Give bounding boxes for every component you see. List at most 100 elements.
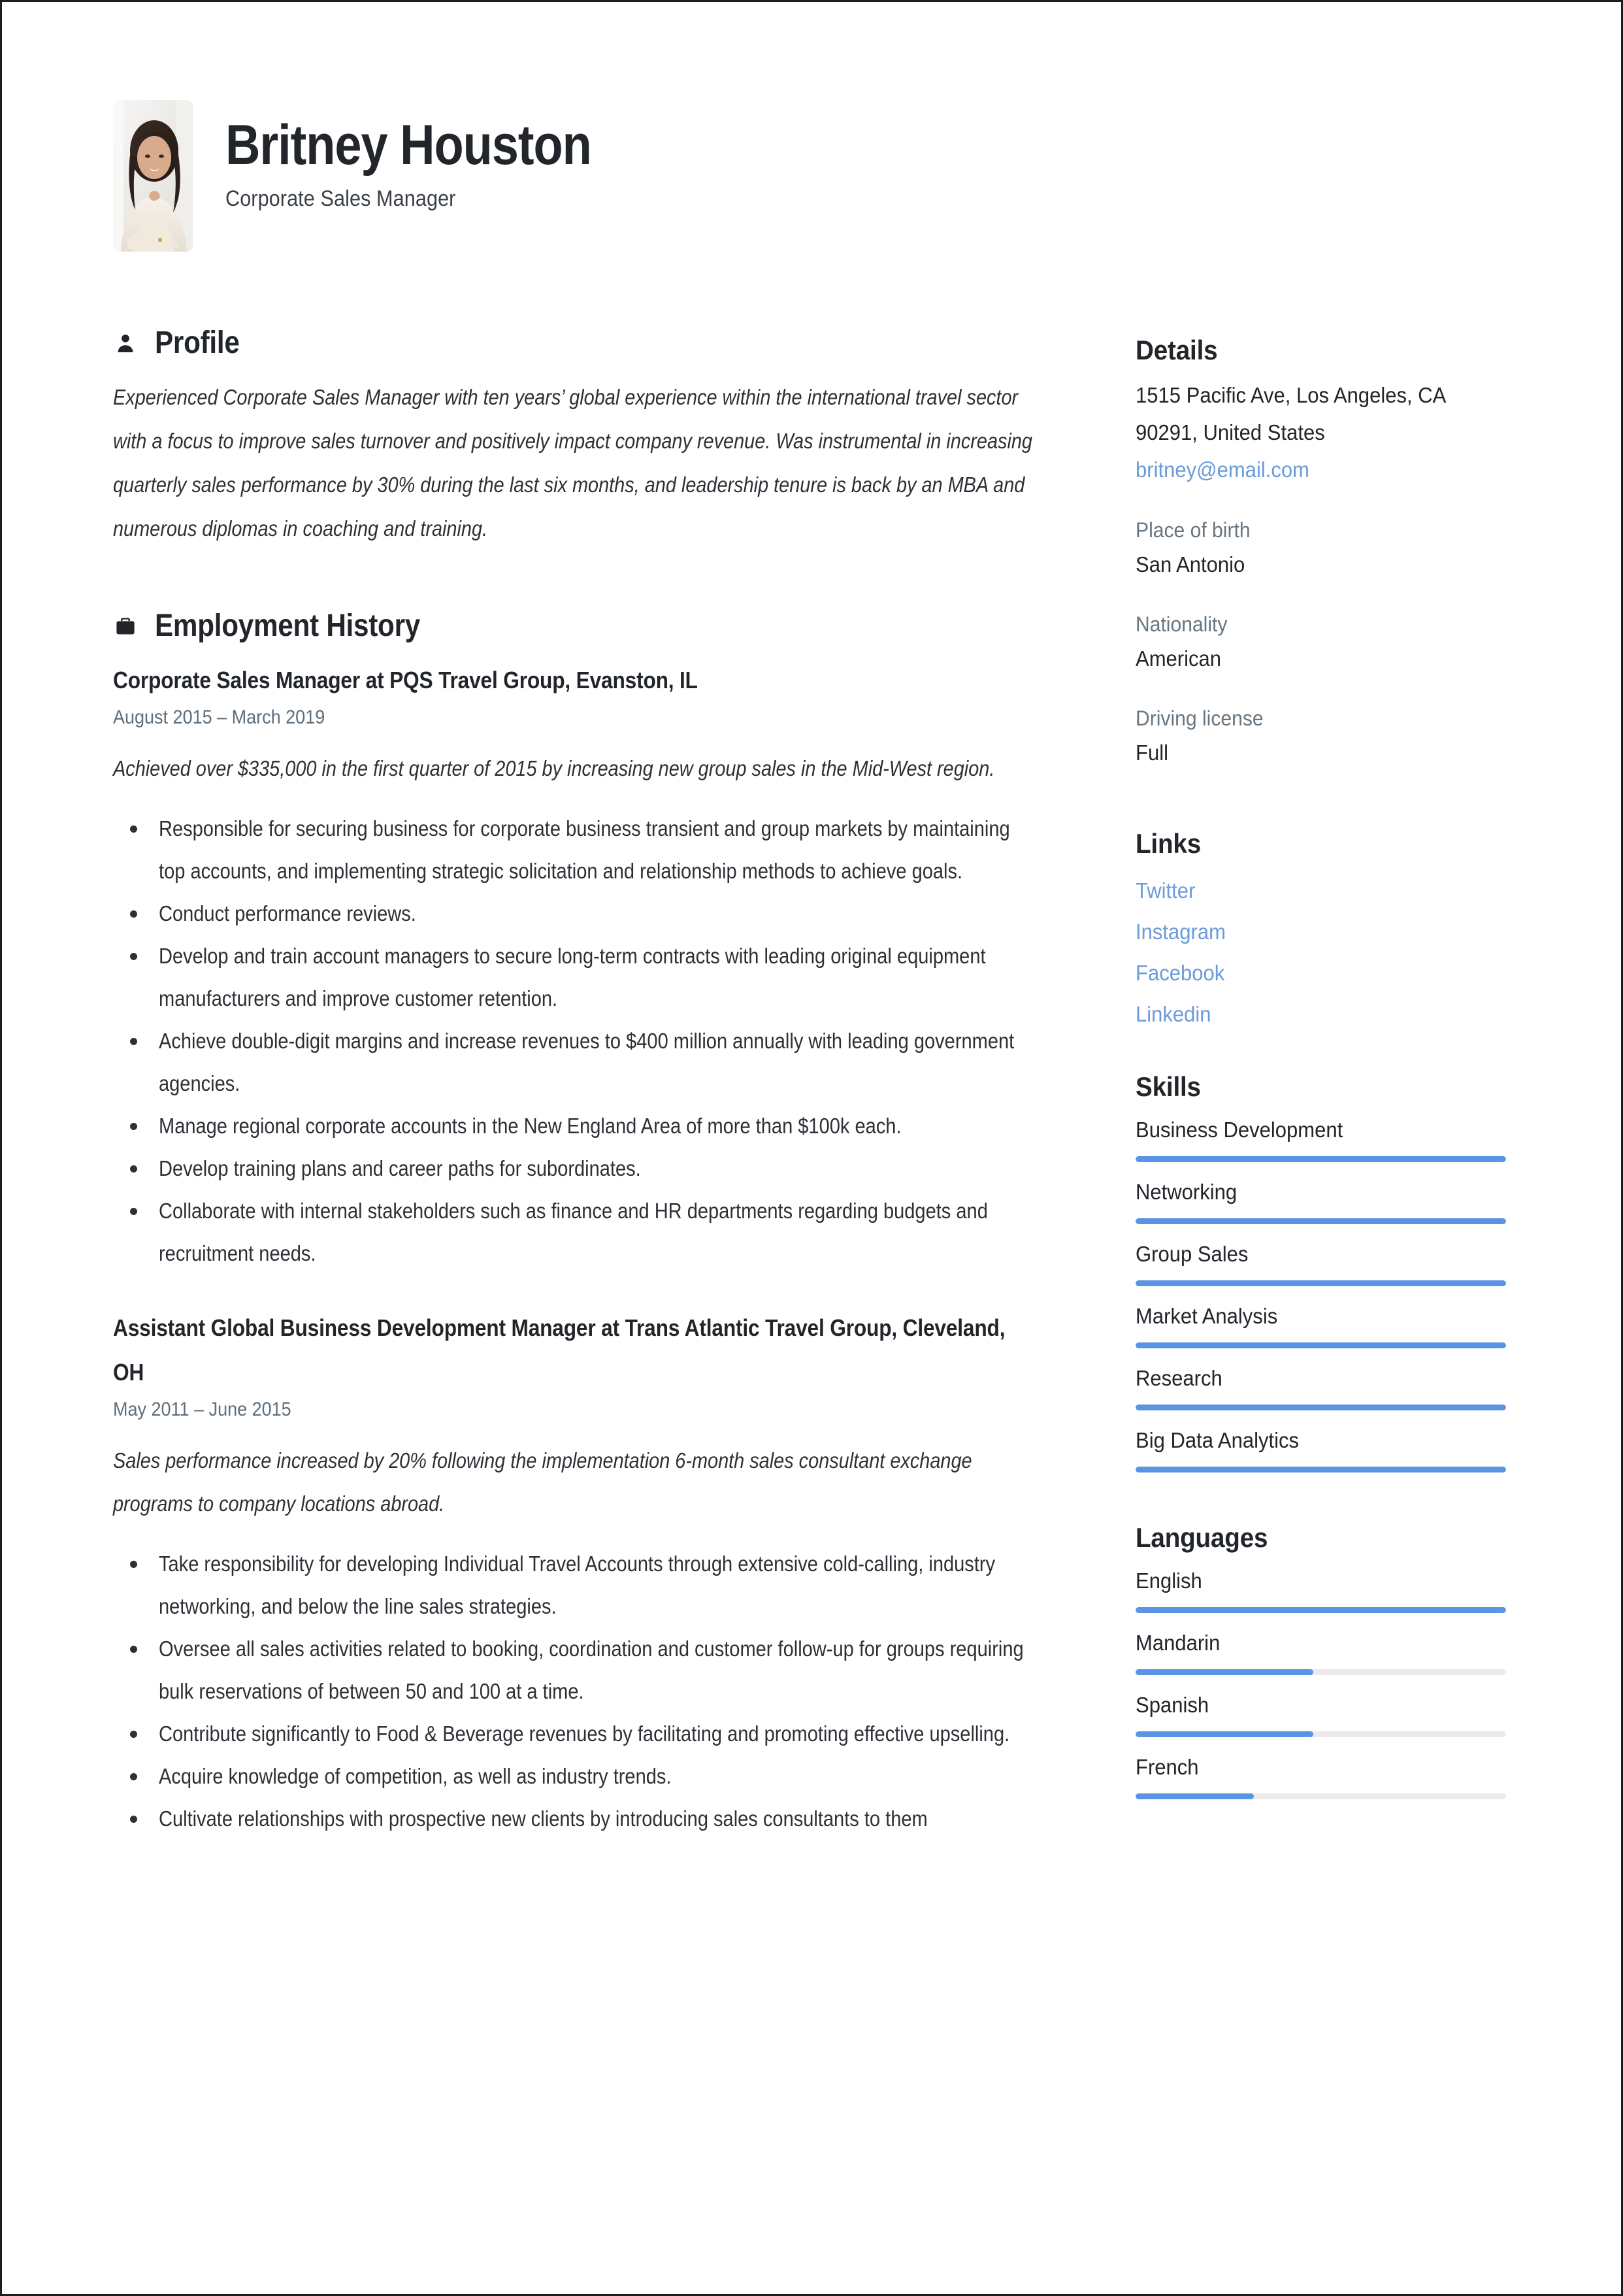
detail-label-place-of-birth: Place of birth — [1136, 518, 1251, 542]
job-dates: May 2011 – June 2015 — [113, 1399, 291, 1420]
skill-bar-fill — [1136, 1405, 1506, 1410]
profile-photo — [113, 100, 193, 252]
employment-section-header: Employment History — [113, 608, 1041, 644]
job-heading: Assistant Global Business Development Ma… — [113, 1314, 1006, 1386]
link-instagram[interactable]: Instagram — [1136, 911, 1504, 952]
language-item: Spanish — [1136, 1688, 1528, 1737]
job-heading: Corporate Sales Manager at PQS Travel Gr… — [113, 667, 698, 693]
page-title: Britney Houston — [225, 114, 592, 176]
skill-item: Group Sales — [1136, 1237, 1528, 1286]
detail-label-driving-license: Driving license — [1136, 707, 1264, 730]
bullet-text: Contribute significantly to Food & Bever… — [159, 1722, 1010, 1746]
skill-name: Group Sales — [1136, 1242, 1249, 1266]
detail-value-driving-license: Full — [1136, 740, 1168, 765]
bullet-text: Responsible for securing business for co… — [159, 816, 1010, 883]
resume-sheet: Britney Houston Corporate Sales Manager … — [2, 2, 1621, 2294]
resume-page: Britney Houston Corporate Sales Manager … — [0, 0, 1623, 2296]
link-facebook[interactable]: Facebook — [1136, 952, 1504, 993]
skill-bar-track — [1136, 1218, 1506, 1224]
main-column: Profile Experienced Corporate Sales Mana… — [113, 325, 1041, 1871]
skill-bar-fill — [1136, 1280, 1506, 1286]
details-section-title: Details — [1136, 335, 1218, 365]
skill-item: Research — [1136, 1361, 1528, 1410]
list-item: Collaborate with internal stakeholders s… — [130, 1190, 1041, 1274]
skill-name: Market Analysis — [1136, 1304, 1278, 1328]
list-item: Contribute significantly to Food & Bever… — [130, 1712, 1041, 1755]
resume-header: Britney Houston Corporate Sales Manager — [113, 100, 1510, 252]
employment-entry: Corporate Sales Manager at PQS Travel Gr… — [113, 658, 1041, 1274]
list-item: Responsible for securing business for co… — [130, 807, 1041, 892]
skill-bar-fill — [1136, 1467, 1506, 1472]
employment-section-title: Employment History — [155, 608, 420, 643]
language-bar-fill — [1136, 1607, 1506, 1613]
language-bar-track — [1136, 1731, 1506, 1737]
list-item: Conduct performance reviews. — [130, 892, 1041, 935]
employment-entry: Assistant Global Business Development Ma… — [113, 1306, 1041, 1840]
language-bar-fill — [1136, 1669, 1314, 1675]
skill-name: Research — [1136, 1366, 1222, 1390]
list-item: Oversee all sales activities related to … — [130, 1627, 1041, 1712]
language-bar-fill — [1136, 1731, 1314, 1737]
skill-bar-fill — [1136, 1342, 1506, 1348]
list-item: Develop and train account managers to se… — [130, 935, 1041, 1020]
bullet-text: Develop training plans and career paths … — [159, 1156, 641, 1180]
job-bullet-list: Responsible for securing business for co… — [113, 807, 1041, 1274]
language-name: French — [1136, 1755, 1199, 1779]
bullet-text: Develop and train account managers to se… — [159, 944, 986, 1010]
briefcase-icon — [113, 612, 138, 641]
language-name: Mandarin — [1136, 1631, 1221, 1655]
profile-text: Experienced Corporate Sales Manager with… — [113, 385, 1032, 541]
content-columns: Profile Experienced Corporate Sales Mana… — [113, 325, 1510, 1871]
skill-item: Market Analysis — [1136, 1299, 1528, 1348]
skill-name: Networking — [1136, 1180, 1238, 1204]
language-bar-track — [1136, 1607, 1506, 1613]
skills-section-title: Skills — [1136, 1071, 1201, 1102]
links-section-title: Links — [1136, 828, 1202, 859]
skill-bar-track — [1136, 1280, 1506, 1286]
link-linkedin[interactable]: Linkedin — [1136, 993, 1504, 1035]
language-item: English — [1136, 1564, 1528, 1613]
list-item: Cultivate relationships with prospective… — [130, 1797, 1041, 1840]
bullet-text: Achieve double-digit margins and increas… — [159, 1029, 1015, 1095]
list-item: Acquire knowledge of competition, as wel… — [130, 1755, 1041, 1797]
sidebar-column: Details 1515 Pacific Ave, Los Angeles, C… — [1136, 325, 1528, 1812]
person-icon — [113, 329, 138, 358]
job-summary: Sales performance increased by 20% follo… — [113, 1448, 972, 1516]
list-item: Achieve double-digit margins and increas… — [130, 1020, 1041, 1105]
skill-item: Big Data Analytics — [1136, 1423, 1528, 1472]
language-bar-track — [1136, 1669, 1506, 1675]
header-job-title: Corporate Sales Manager — [225, 186, 456, 211]
skill-item: Networking — [1136, 1175, 1528, 1224]
language-item: French — [1136, 1750, 1528, 1799]
languages-section-title: Languages — [1136, 1522, 1268, 1553]
bullet-text: Manage regional corporate accounts in th… — [159, 1114, 902, 1138]
link-twitter[interactable]: Twitter — [1136, 870, 1504, 911]
bullet-text: Cultivate relationships with prospective… — [159, 1806, 928, 1831]
profile-section-title: Profile — [155, 325, 240, 360]
bullet-text: Oversee all sales activities related to … — [159, 1637, 1024, 1703]
bullet-text: Collaborate with internal stakeholders s… — [159, 1199, 988, 1265]
language-name: Spanish — [1136, 1693, 1209, 1717]
skill-bar-track — [1136, 1467, 1506, 1472]
list-item: Manage regional corporate accounts in th… — [130, 1105, 1041, 1147]
bullet-text: Take responsibility for developing Indiv… — [159, 1552, 996, 1618]
bullet-text: Acquire knowledge of competition, as wel… — [159, 1764, 672, 1788]
language-name: English — [1136, 1569, 1202, 1593]
skill-bar-track — [1136, 1405, 1506, 1410]
address-line-2: 90291, United States — [1136, 420, 1325, 444]
detail-label-nationality: Nationality — [1136, 612, 1228, 636]
detail-value-place-of-birth: San Antonio — [1136, 552, 1245, 576]
skill-name: Business Development — [1136, 1118, 1343, 1142]
email-link[interactable]: britney@email.com — [1136, 451, 1504, 488]
language-bar-fill — [1136, 1793, 1254, 1799]
job-dates: August 2015 – March 2019 — [113, 707, 325, 728]
detail-value-nationality: American — [1136, 646, 1222, 671]
job-bullet-list: Take responsibility for developing Indiv… — [113, 1542, 1041, 1840]
address-line-1: 1515 Pacific Ave, Los Angeles, CA — [1136, 383, 1447, 407]
